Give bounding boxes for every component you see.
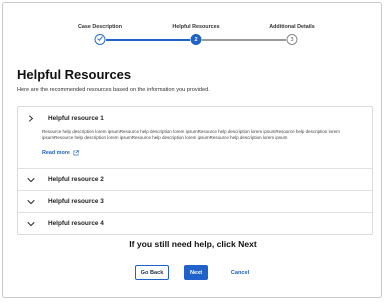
- step-connector-completed: [106, 39, 190, 41]
- chevron-down-icon: [26, 197, 36, 207]
- step-2-active-indicator: 2: [190, 34, 202, 45]
- step-3-pending-indicator: 3: [286, 34, 298, 45]
- resources-accordion: Helpful resource 1 Resource help descrip…: [17, 106, 373, 236]
- go-back-button[interactable]: Go Back: [135, 265, 169, 280]
- cancel-button[interactable]: Cancel: [225, 265, 255, 280]
- accordion-item-resource-4[interactable]: Helpful resource 4: [18, 213, 372, 234]
- step-connector-pending: [202, 39, 286, 41]
- step-label-helpful-resources: Helpful Resources: [172, 24, 220, 30]
- accordion-header-resource-1[interactable]: Helpful resource 1: [18, 107, 372, 129]
- accordion-item-resource-1: Helpful resource 1 Resource help descrip…: [18, 107, 372, 170]
- read-more-link[interactable]: Read more: [42, 150, 79, 156]
- checkmark-icon: [97, 35, 104, 44]
- resource-title: Helpful resource 2: [48, 176, 104, 184]
- resource-title: Helpful resource 1: [48, 114, 104, 122]
- external-link-icon: [73, 150, 79, 156]
- read-more-label: Read more: [42, 150, 70, 157]
- chevron-right-icon: [26, 113, 36, 123]
- step-label-case-description: Case Description: [77, 24, 123, 30]
- resource-description: Resource help description lorem ipsumRes…: [42, 129, 340, 141]
- resource-title: Helpful resource 4: [48, 220, 104, 228]
- chevron-down-icon: [26, 219, 36, 229]
- step-label-additional-details: Additional Details: [269, 24, 315, 30]
- intro-text: Here are the recommended resources based…: [17, 87, 210, 93]
- progress-stepper: Case Description Helpful Resources Addit…: [3, 3, 381, 58]
- help-prompt-text: If you still need help, click Next: [129, 239, 257, 249]
- resource-title: Helpful resource 3: [48, 198, 104, 206]
- page-title: Helpful Resources: [17, 67, 132, 82]
- wizard-frame: Case Description Helpful Resources Addit…: [2, 2, 382, 298]
- accordion-header-resource-2[interactable]: Helpful resource 2: [18, 169, 372, 190]
- accordion-header-resource-4[interactable]: Helpful resource 4: [18, 213, 372, 234]
- action-bar: Go Back Next Cancel: [3, 265, 381, 281]
- next-button[interactable]: Next: [184, 265, 208, 280]
- chevron-down-icon: [26, 175, 36, 185]
- accordion-body-resource-1: Resource help description lorem ipsumRes…: [18, 129, 372, 168]
- accordion-item-resource-2[interactable]: Helpful resource 2: [18, 169, 372, 192]
- step-1-complete-indicator: [94, 34, 106, 45]
- accordion-header-resource-3[interactable]: Helpful resource 3: [18, 191, 372, 212]
- accordion-item-resource-3[interactable]: Helpful resource 3: [18, 191, 372, 214]
